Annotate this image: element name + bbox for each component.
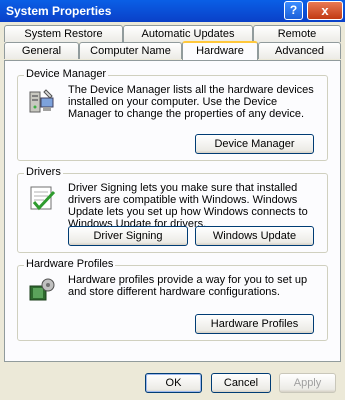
hardware-profiles-button[interactable]: Hardware Profiles (195, 314, 314, 334)
hardware-profiles-icon (29, 278, 55, 301)
tab-system-restore[interactable]: System Restore (4, 25, 123, 42)
drivers-group: Drivers Driver Signing lets you make sur… (17, 166, 328, 253)
drivers-description: Driver Signing lets you make sure that i… (68, 182, 308, 230)
device-manager-button[interactable]: Device Manager (195, 134, 314, 154)
tab-computer-name[interactable]: Computer Name (79, 42, 182, 59)
window-title: System Properties (6, 4, 112, 18)
tab-remote[interactable]: Remote (253, 25, 341, 42)
driver-signing-icon (30, 186, 56, 211)
apply-button[interactable]: Apply (279, 373, 336, 393)
hardware-profiles-description: Hardware profiles provide a way for you … (68, 274, 308, 298)
tab-automatic-updates[interactable]: Automatic Updates (123, 25, 253, 42)
hardware-profiles-title: Hardware Profiles (24, 258, 116, 270)
hardware-tab-panel: Device Manager The Device Manager lists … (4, 60, 341, 362)
hardware-profiles-group: Hardware Profiles Hardware profiles prov… (17, 258, 328, 341)
drivers-title: Drivers (24, 166, 63, 178)
tab-hardware[interactable]: Hardware (182, 41, 258, 60)
system-properties-window: System Properties ? x System Restore Aut… (0, 0, 345, 400)
device-manager-group: Device Manager The Device Manager lists … (17, 68, 328, 161)
windows-update-button[interactable]: Windows Update (195, 226, 314, 246)
ok-button[interactable]: OK (145, 373, 202, 393)
title-bar[interactable]: System Properties ? x (0, 0, 345, 22)
cancel-button[interactable]: Cancel (211, 373, 271, 393)
close-button[interactable]: x (307, 1, 343, 20)
device-manager-description: The Device Manager lists all the hardwar… (68, 84, 314, 120)
tab-general[interactable]: General (4, 42, 79, 59)
device-manager-icon (29, 89, 54, 113)
driver-signing-button[interactable]: Driver Signing (68, 226, 188, 246)
tab-advanced[interactable]: Advanced (258, 42, 341, 59)
device-manager-title: Device Manager (24, 68, 109, 80)
help-button[interactable]: ? (284, 1, 303, 20)
